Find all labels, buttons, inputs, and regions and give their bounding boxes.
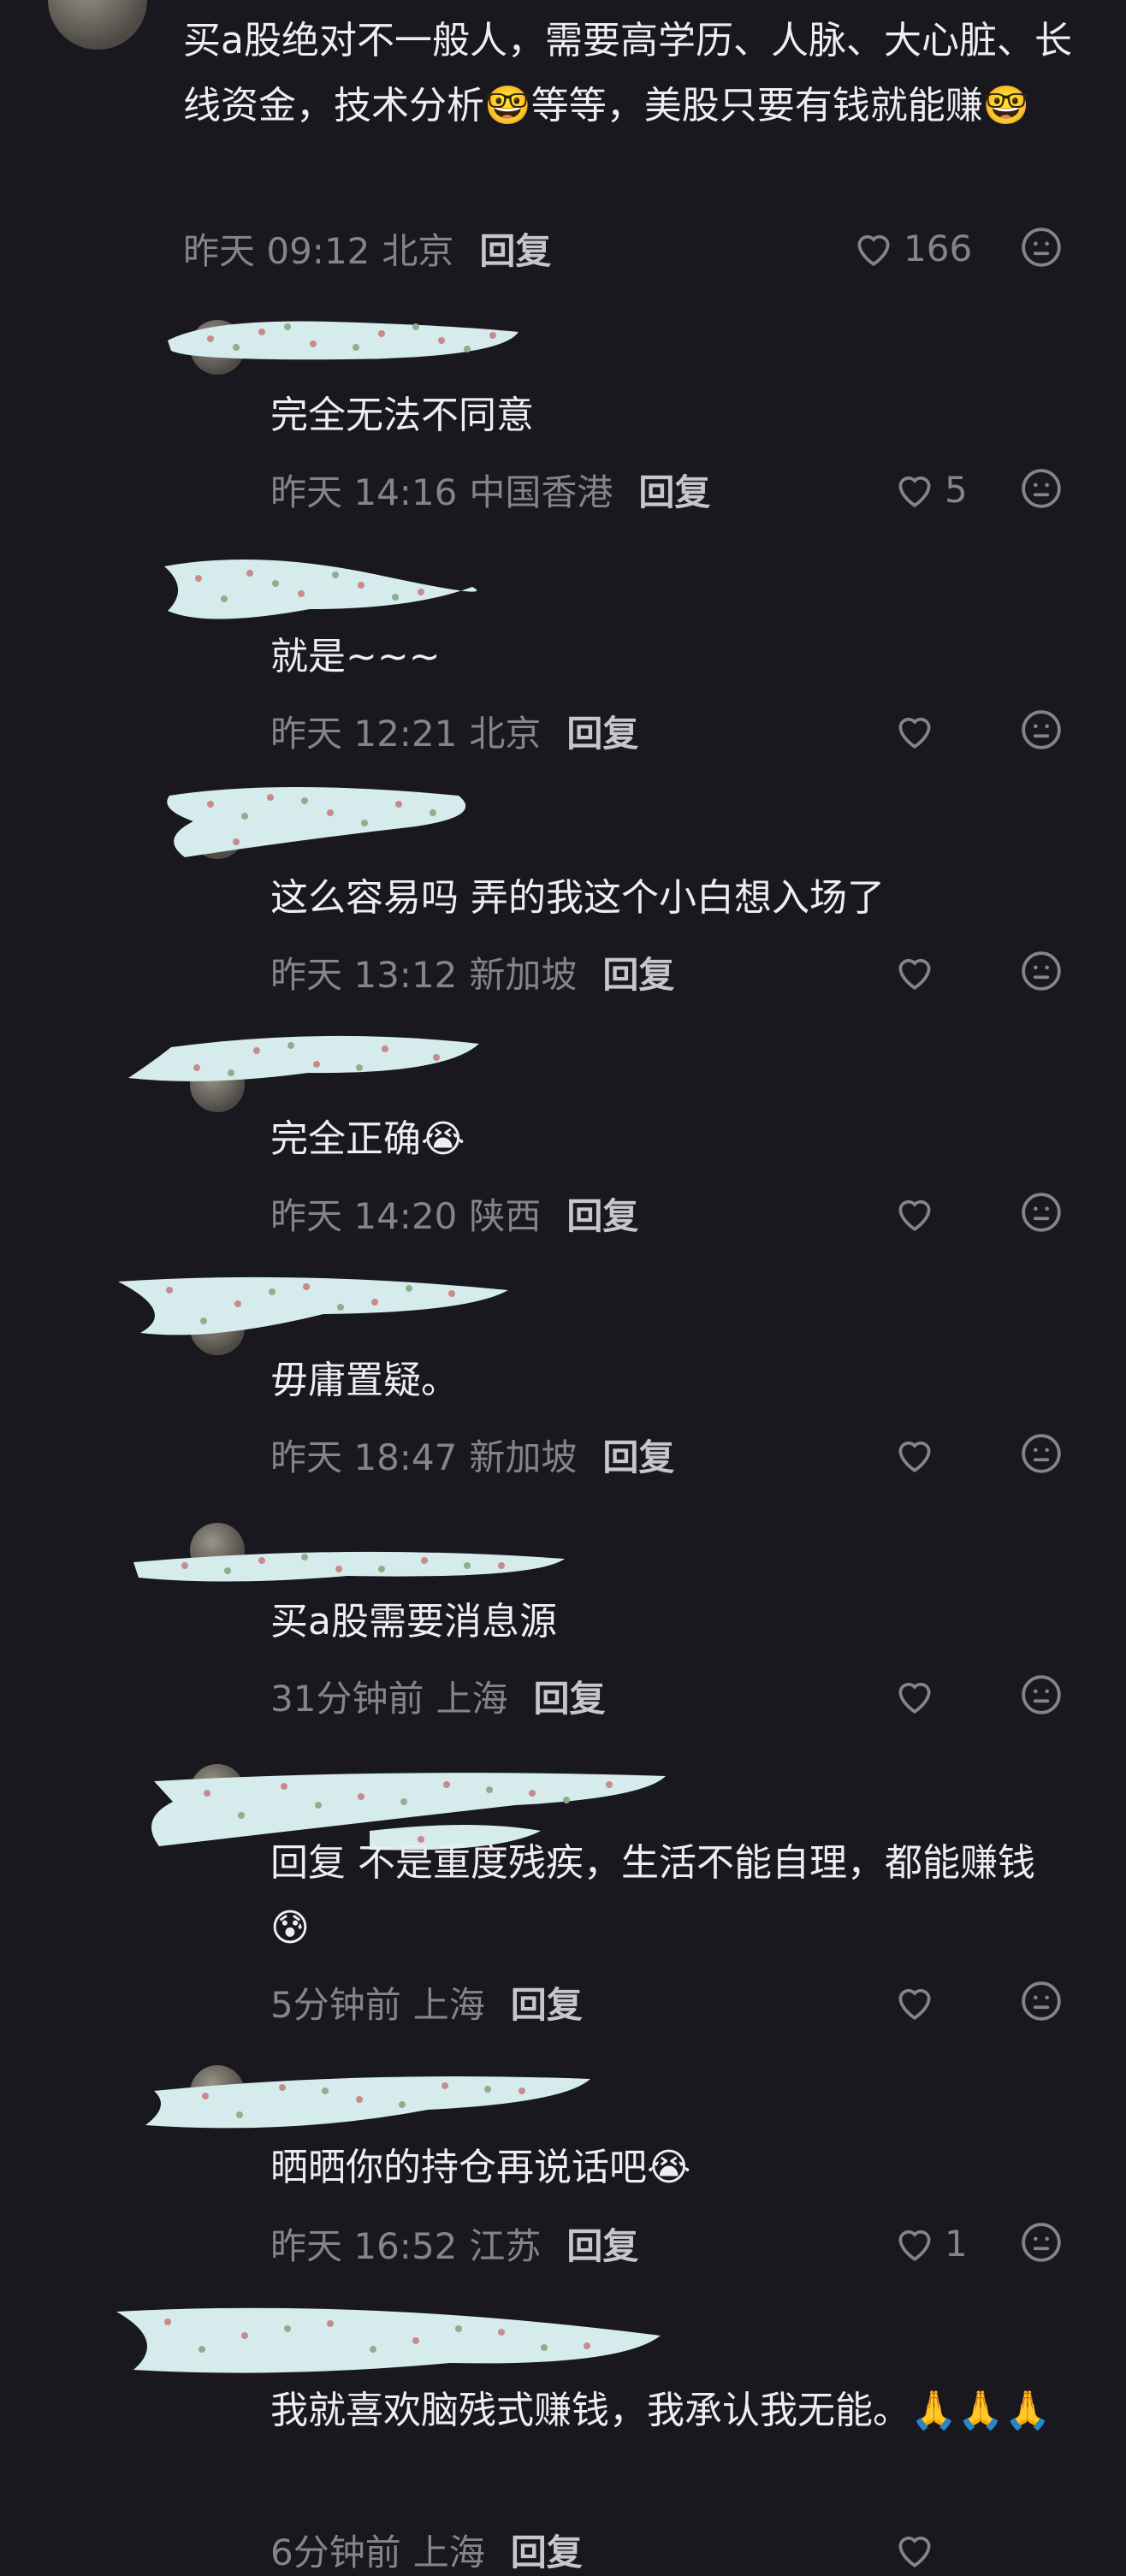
comment-location: 新加坡 [469, 1436, 578, 1478]
comment-meta: 昨天 09:12 北京 回复 [183, 222, 551, 274]
reply-button[interactable]: 回复 [566, 705, 638, 757]
heart-outline-icon [898, 717, 931, 749]
comment-meta: 昨天 12:21 北京 回复 [270, 705, 638, 756]
comment-text: 完全无法不同意 [270, 394, 534, 437]
neutral-face-icon[interactable] [1020, 467, 1063, 510]
neutral-face-icon[interactable] [1020, 1673, 1063, 1716]
comment-location: 陕西 [469, 1194, 542, 1237]
comment-location: 上海 [412, 1983, 485, 2026]
neutral-face-icon[interactable] [1020, 1432, 1063, 1475]
neutral-face-icon[interactable] [1020, 2221, 1063, 2264]
heart-outline-icon [898, 476, 931, 507]
comment-location: 上海 [412, 2531, 485, 2573]
comment-location: 上海 [436, 1677, 508, 1720]
comment-time: 31分钟前 [270, 1677, 424, 1720]
like-button[interactable] [893, 2524, 945, 2575]
comment-time: 昨天 14:16 [270, 471, 458, 513]
like-button[interactable] [893, 1976, 945, 2028]
comment-location: 北京 [469, 712, 542, 755]
comment-meta: 昨天 16:52 江苏 回复 [270, 2218, 638, 2269]
heart-outline-icon [898, 1199, 931, 1231]
comment-text: 买a股绝对不一般人，需要高学历、人脉、大心脏、长线资金，技术分析🤓等等，美股只要… [183, 19, 1072, 127]
comment-text: 就是~~~ [270, 635, 441, 678]
neutral-face-icon[interactable] [1020, 708, 1063, 751]
reply-button[interactable]: 回复 [566, 1187, 638, 1240]
name-redaction-mask [128, 1035, 479, 1081]
comment-location: 江苏 [469, 2224, 542, 2267]
neutral-face-icon[interactable] [1020, 950, 1063, 992]
reply-button[interactable]: 回复 [533, 1670, 605, 1722]
comment-time: 昨天 14:20 [270, 1194, 458, 1237]
reply-button[interactable]: 回复 [602, 1429, 674, 1481]
comment-location: 中国香港 [469, 471, 613, 513]
name-redaction-mask [168, 321, 519, 360]
like-button[interactable] [893, 705, 945, 756]
like-count: 5 [945, 468, 968, 511]
name-redaction-mask [164, 560, 477, 619]
comment-text: 这么容易吗 弄的我这个小白想入场了 [270, 876, 885, 920]
reply-button[interactable]: 回复 [479, 222, 551, 275]
reply-button[interactable]: 回复 [511, 1976, 583, 2028]
comment-text: 毋庸置疑。 [270, 1359, 459, 1402]
comment-time: 昨天 18:47 [270, 1436, 458, 1478]
comment-location: 新加坡 [469, 953, 578, 996]
comment-meta: 昨天 14:16 中国香港 回复 [270, 464, 710, 515]
heart-outline-icon [898, 958, 931, 990]
comment-meta: 6分钟前 上海 回复 [270, 2524, 583, 2575]
comment-time: 昨天 16:52 [270, 2224, 458, 2267]
comment-time: 昨天 13:12 [270, 953, 458, 996]
like-button[interactable]: 166 [852, 222, 972, 274]
comment-meta: 31分钟前 上海 回复 [270, 1670, 605, 1721]
comment-text: 回复 不是重度残疾，生活不能自理，都能赚钱😰 [270, 1841, 1035, 1950]
reply-button[interactable]: 回复 [638, 464, 710, 516]
heart-outline-icon [898, 1682, 931, 1714]
neutral-face-icon[interactable] [1020, 1191, 1063, 1234]
neutral-face-icon[interactable] [1020, 226, 1063, 269]
name-redaction-mask [145, 2076, 590, 2129]
comment-meta: 5分钟前 上海 回复 [270, 1976, 583, 2028]
like-button[interactable]: 5 [893, 464, 968, 515]
like-button[interactable] [893, 1670, 945, 1721]
comment-meta: 昨天 18:47 新加坡 回复 [270, 1429, 674, 1480]
heart-outline-icon [857, 234, 890, 266]
comment-time: 6分钟前 [270, 2531, 401, 2573]
avatar[interactable] [48, 0, 147, 50]
comment-time: 昨天 12:21 [270, 712, 458, 755]
comment-meta: 昨天 13:12 新加坡 回复 [270, 946, 674, 998]
comment-time: 昨天 09:12 [183, 229, 370, 272]
like-count: 1 [945, 2222, 968, 2265]
heart-outline-icon [898, 2230, 931, 2261]
like-button[interactable] [893, 946, 945, 998]
comment-text: 我就喜欢脑残式赚钱，我承认我无能。🙏🙏🙏 [270, 2389, 1052, 2432]
like-count: 166 [904, 227, 973, 269]
name-redaction-mask [167, 787, 466, 857]
name-redaction-mask [118, 1276, 508, 1335]
comment-text: 晒晒你的持仓再说话吧😭 [270, 2146, 691, 2189]
comment-location: 北京 [382, 229, 454, 272]
comment-meta: 昨天 14:20 陕西 回复 [270, 1187, 638, 1239]
comment-text: 买a股需要消息源 [270, 1600, 557, 1643]
comment-time: 5分钟前 [270, 1983, 401, 2026]
name-redaction-mask [133, 1551, 565, 1582]
heart-outline-icon [898, 1988, 931, 2020]
reply-button[interactable]: 回复 [511, 2524, 583, 2576]
like-button[interactable] [893, 1429, 945, 1480]
reply-button[interactable]: 回复 [602, 946, 674, 998]
neutral-face-icon[interactable] [1020, 1980, 1063, 2022]
heart-outline-icon [898, 1441, 931, 1472]
heart-outline-icon [898, 2536, 931, 2567]
reply-button[interactable]: 回复 [566, 2218, 638, 2270]
like-button[interactable]: 1 [893, 2218, 968, 2269]
name-redaction-mask [116, 2307, 661, 2373]
comment-text: 完全正确😭 [270, 1117, 465, 1161]
like-button[interactable] [893, 1187, 945, 1239]
